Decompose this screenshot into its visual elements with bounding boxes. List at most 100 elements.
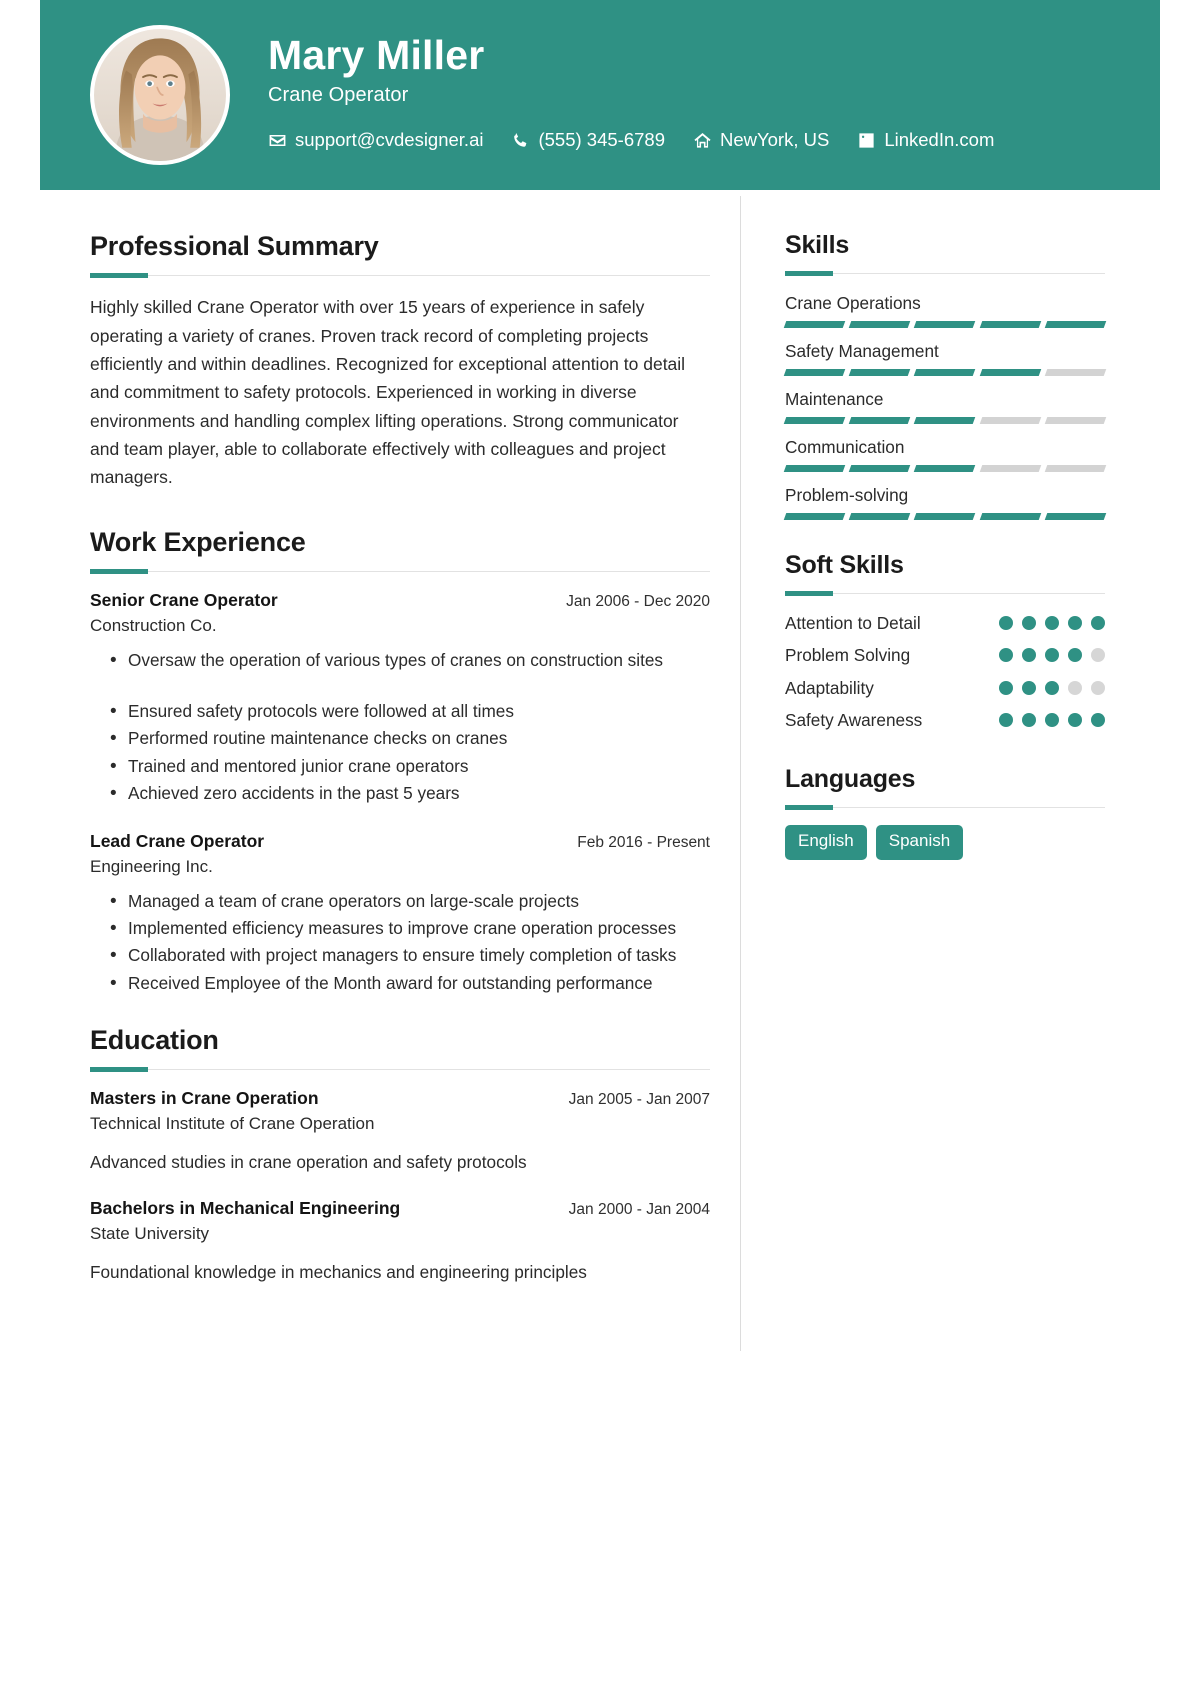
rating-dot — [1022, 680, 1036, 695]
list-item: Received Employee of the Month award for… — [90, 969, 710, 998]
list-item: Oversaw the operation of various types o… — [90, 646, 710, 675]
section-education: Education Masters in Crane Operation Jan… — [90, 1024, 710, 1286]
resume-body: Professional Summary Highly skilled Cran… — [40, 190, 1160, 1351]
rating-dot — [999, 680, 1013, 695]
skill-segment — [979, 416, 1042, 424]
skill-segment — [783, 320, 846, 328]
experience-org: Construction Co. — [90, 615, 217, 635]
section-title-summary: Professional Summary — [90, 231, 379, 261]
contact-email[interactable]: support@cvdesigner.ai — [268, 129, 483, 151]
experience-bullets: Oversaw the operation of various types o… — [90, 646, 710, 809]
section-skills: Skills Crane Operations Safety Managemen… — [783, 230, 1107, 520]
rating-dot — [1022, 615, 1036, 630]
experience-item-head: Lead Crane Operator Feb 2016 - Present — [90, 830, 710, 854]
rating-dot — [1045, 680, 1059, 695]
section-rule — [785, 805, 1105, 811]
rating-dot — [1068, 648, 1082, 663]
skill-segment — [848, 416, 911, 424]
skill-row: Communication — [783, 435, 1107, 472]
skill-segment — [783, 464, 846, 472]
education-item: Bachelors in Mechanical Engineering Jan … — [90, 1197, 710, 1285]
soft-skill-row: Adaptability — [785, 676, 1105, 700]
rating-dot — [1091, 680, 1105, 695]
education-item-head: Bachelors in Mechanical Engineering Jan … — [90, 1197, 710, 1221]
rating-dot — [1068, 680, 1082, 695]
experience-item: Lead Crane Operator Feb 2016 - Present E… — [90, 830, 710, 998]
experience-role: Senior Crane Operator — [90, 590, 278, 611]
list-item: Implemented efficiency measures to impro… — [90, 914, 710, 943]
avatar — [90, 25, 230, 165]
soft-skills-list: Attention to Detail Problem Solving Adap… — [785, 611, 1105, 733]
skill-segment — [848, 464, 911, 472]
contact-location-text: NewYork, US — [719, 129, 830, 151]
soft-skill-row: Problem Solving — [785, 643, 1105, 667]
list-item: Trained and mentored junior crane operat… — [90, 752, 710, 781]
skill-segment — [914, 464, 976, 472]
list-item: Collaborated with project managers to en… — [90, 941, 710, 970]
education-note: Foundational knowledge in mechanics and … — [90, 1261, 587, 1282]
skill-segment — [1044, 320, 1107, 328]
rating-dot — [1022, 648, 1036, 663]
experience-org: Engineering Inc. — [90, 856, 213, 876]
education-item-head: Masters in Crane Operation Jan 2005 - Ja… — [90, 1087, 710, 1111]
skill-bar — [783, 512, 1107, 520]
header-text-block: Mary Miller Crane Operator support@cvdes… — [268, 32, 994, 158]
contact-location[interactable]: NewYork, US — [693, 129, 829, 151]
contact-linkedin[interactable]: LinkedIn.com — [857, 129, 994, 151]
rating-dot — [999, 615, 1013, 630]
job-title: Crane Operator — [268, 84, 409, 107]
section-professional-summary: Professional Summary Highly skilled Cran… — [90, 230, 710, 492]
skill-segment — [1044, 464, 1107, 472]
skill-bar — [783, 368, 1107, 376]
experience-item: Senior Crane Operator Jan 2006 - Dec 202… — [90, 589, 710, 809]
list-item: Performed routine maintenance checks on … — [90, 724, 710, 753]
skill-label: Problem-solving — [785, 484, 909, 505]
skill-segment — [979, 464, 1042, 472]
soft-skill-label: Safety Awareness — [785, 709, 923, 730]
skill-row: Safety Management — [783, 339, 1107, 376]
contact-phone[interactable]: (555) 345-6789 — [511, 129, 665, 151]
section-soft-skills: Soft Skills Attention to Detail Problem … — [785, 550, 1105, 733]
section-rule — [90, 569, 710, 575]
skill-segment — [848, 368, 911, 376]
resume-page: Mary Miller Crane Operator support@cvdes… — [40, 0, 1160, 1684]
skill-bar — [783, 320, 1107, 328]
section-title-skills: Skills — [785, 231, 850, 259]
skill-segment — [783, 368, 846, 376]
skill-row: Crane Operations — [783, 291, 1107, 328]
language-pill: Spanish — [875, 825, 964, 860]
list-item: Managed a team of crane operators on lar… — [90, 887, 710, 916]
rating-dot — [1068, 712, 1082, 727]
education-dates: Jan 2000 - Jan 2004 — [568, 1201, 710, 1219]
section-languages: Languages English Spanish — [785, 764, 1105, 860]
list-item: Achieved zero accidents in the past 5 ye… — [90, 779, 710, 808]
skill-row: Problem-solving — [783, 483, 1107, 520]
soft-skill-row: Attention to Detail — [785, 611, 1105, 635]
experience-role: Lead Crane Operator — [90, 831, 265, 852]
skill-segment — [848, 512, 911, 520]
section-title-experience: Work Experience — [90, 526, 306, 557]
skill-segment — [914, 320, 976, 328]
envelope-icon — [268, 131, 287, 150]
resume-header: Mary Miller Crane Operator support@cvdes… — [40, 0, 1160, 190]
education-note: Advanced studies in crane operation and … — [90, 1151, 527, 1172]
skill-segment — [1044, 368, 1107, 376]
sidebar-column: Skills Crane Operations Safety Managemen… — [740, 196, 1160, 1351]
rating-dot — [1045, 712, 1059, 727]
soft-skill-rating — [999, 643, 1105, 663]
language-list: English Spanish — [785, 825, 1105, 860]
education-degree: Bachelors in Mechanical Engineering — [90, 1198, 401, 1219]
experience-dates: Jan 2006 - Dec 2020 — [566, 593, 710, 611]
rating-dot — [1091, 712, 1105, 727]
skill-segment — [914, 512, 976, 520]
rating-dot — [1091, 648, 1105, 663]
phone-icon — [511, 131, 530, 150]
skill-label: Communication — [785, 436, 905, 457]
experience-item-head: Senior Crane Operator Jan 2006 - Dec 202… — [90, 589, 710, 613]
skill-segment — [783, 416, 846, 424]
experience-dates: Feb 2016 - Present — [577, 834, 710, 852]
list-item: Ensured safety protocols were followed a… — [90, 697, 710, 726]
soft-skill-rating — [999, 708, 1105, 727]
soft-skill-label: Problem Solving — [785, 645, 911, 666]
skill-segment — [783, 512, 846, 520]
